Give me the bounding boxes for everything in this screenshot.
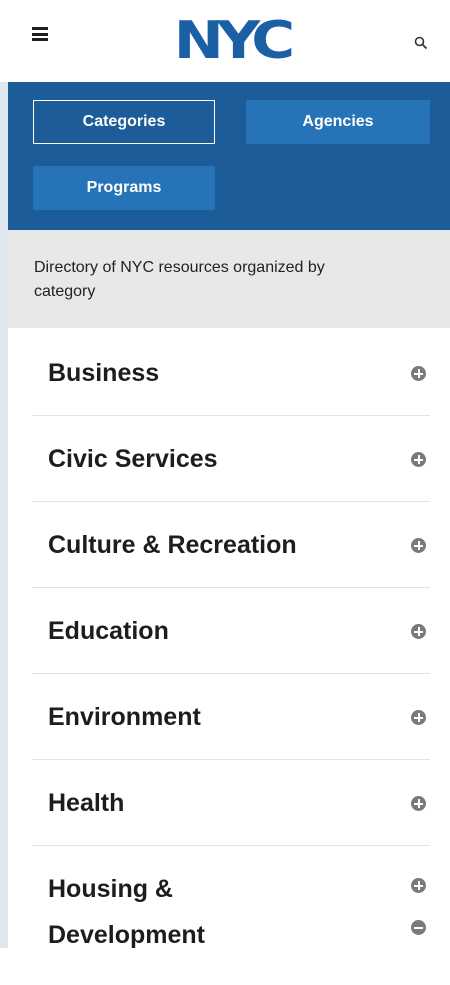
category-label: Civic Services: [48, 445, 218, 473]
category-item-housing-development[interactable]: Housing & Development: [32, 846, 430, 966]
category-item-civic-services[interactable]: Civic Services: [32, 416, 430, 502]
search-icon[interactable]: [414, 36, 428, 50]
menu-bar: [32, 27, 48, 30]
intro-text: Directory of NYC resources organized by …: [34, 259, 325, 300]
menu-bar: [32, 38, 48, 41]
plus-circle-icon[interactable]: [411, 710, 426, 725]
directory-intro: Directory of NYC resources organized by …: [8, 230, 450, 328]
plus-circle-icon[interactable]: [411, 878, 426, 893]
category-item-culture-recreation[interactable]: Culture & Recreation: [32, 502, 430, 588]
hamburger-menu-icon[interactable]: [32, 27, 48, 41]
programs-button[interactable]: Programs: [33, 166, 215, 210]
minus-circle-icon[interactable]: [411, 920, 426, 935]
plus-circle-icon[interactable]: [411, 624, 426, 639]
category-item-business[interactable]: Business: [32, 330, 430, 416]
category-item-environment[interactable]: Environment: [32, 674, 430, 760]
plus-circle-icon[interactable]: [411, 366, 426, 381]
menu-bar: [32, 32, 48, 36]
site-header: NYC: [0, 0, 450, 82]
category-label: Housing & Development: [48, 875, 205, 949]
agencies-button[interactable]: Agencies: [246, 100, 430, 144]
category-label: Culture & Recreation: [48, 531, 297, 559]
category-label: Health: [48, 789, 125, 817]
nyc-logo[interactable]: NYC: [145, 12, 318, 70]
categories-button[interactable]: Categories: [33, 100, 215, 144]
category-item-health[interactable]: Health: [32, 760, 430, 846]
plus-circle-icon[interactable]: [411, 452, 426, 467]
plus-circle-icon[interactable]: [411, 538, 426, 553]
directory-nav-panel: Categories Agencies Programs: [8, 82, 450, 230]
category-list: Business Civic Services Culture & Recrea…: [32, 330, 430, 966]
category-label: Education: [48, 617, 169, 645]
category-item-education[interactable]: Education: [32, 588, 430, 674]
category-label: Business: [48, 359, 160, 387]
plus-circle-icon[interactable]: [411, 796, 426, 811]
left-edge-strip: [0, 38, 8, 948]
category-label: Environment: [48, 703, 201, 731]
